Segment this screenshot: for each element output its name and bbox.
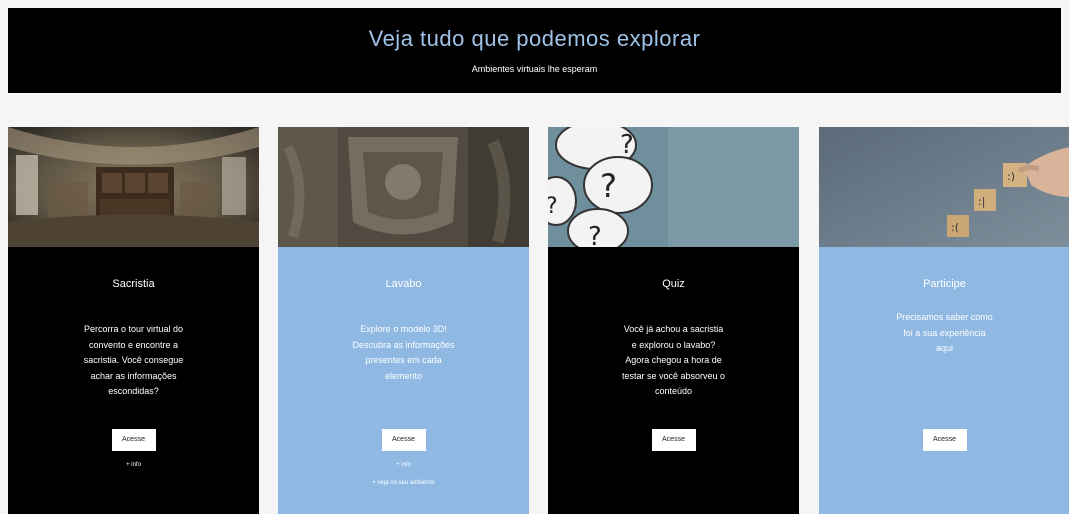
svg-text:?: ?	[600, 167, 617, 205]
acesse-button[interactable]: Acesse	[922, 429, 967, 451]
page-title: Veja tudo que podemos explorar	[368, 26, 701, 51]
svg-text::(: :(	[951, 221, 959, 234]
sacristy-interior-photo	[8, 127, 259, 247]
page-subtitle: Ambientes virtuais lhe esperam	[471, 64, 598, 74]
card-title: Lavabo	[385, 278, 422, 290]
acesse-button[interactable]: Acesse	[381, 429, 426, 451]
card-description: Explore o modelo 3D! Descubra as informa…	[352, 324, 455, 381]
stone-carving-photo	[278, 127, 529, 247]
feedback-faces-photo: :( :| :)	[819, 127, 1069, 247]
more-info-link[interactable]: + info	[8, 462, 259, 468]
card-title: Participe	[923, 278, 966, 290]
card-sacristia: Sacristia Percorra o tour virtual do con…	[8, 127, 259, 514]
card-description: Precisamos saber como foi a sua experiên…	[896, 312, 993, 353]
view-in-your-space-link[interactable]: + veja no seu ambiente	[278, 480, 529, 486]
svg-text:?: ?	[620, 130, 634, 160]
card-quiz: ? ? ? ? Quiz Você já achou a sacristia e…	[548, 127, 799, 514]
card-description: Você já achou a sacristia e explorou o l…	[621, 324, 726, 396]
card-title: Quiz	[662, 278, 685, 290]
acesse-button[interactable]: Acesse	[651, 429, 696, 451]
question-marks-photo: ? ? ? ?	[548, 127, 799, 247]
card-description: Percorra o tour virtual do convento e en…	[83, 324, 184, 396]
svg-text:?: ?	[588, 222, 602, 247]
svg-text::): :)	[1007, 170, 1015, 183]
acesse-button[interactable]: Acesse	[111, 429, 156, 451]
card-lavabo: Lavabo Explore o modelo 3D! Descubra as …	[278, 127, 529, 514]
hero-banner: Veja tudo que podemos explorar Ambientes…	[8, 8, 1061, 93]
card-title: Sacristia	[112, 278, 155, 290]
more-info-link[interactable]: + info	[278, 462, 529, 468]
svg-text::|: :|	[978, 195, 985, 208]
svg-text:?: ?	[548, 194, 558, 219]
card-participe: :( :| :) Participe Precisamos saber como…	[819, 127, 1069, 514]
